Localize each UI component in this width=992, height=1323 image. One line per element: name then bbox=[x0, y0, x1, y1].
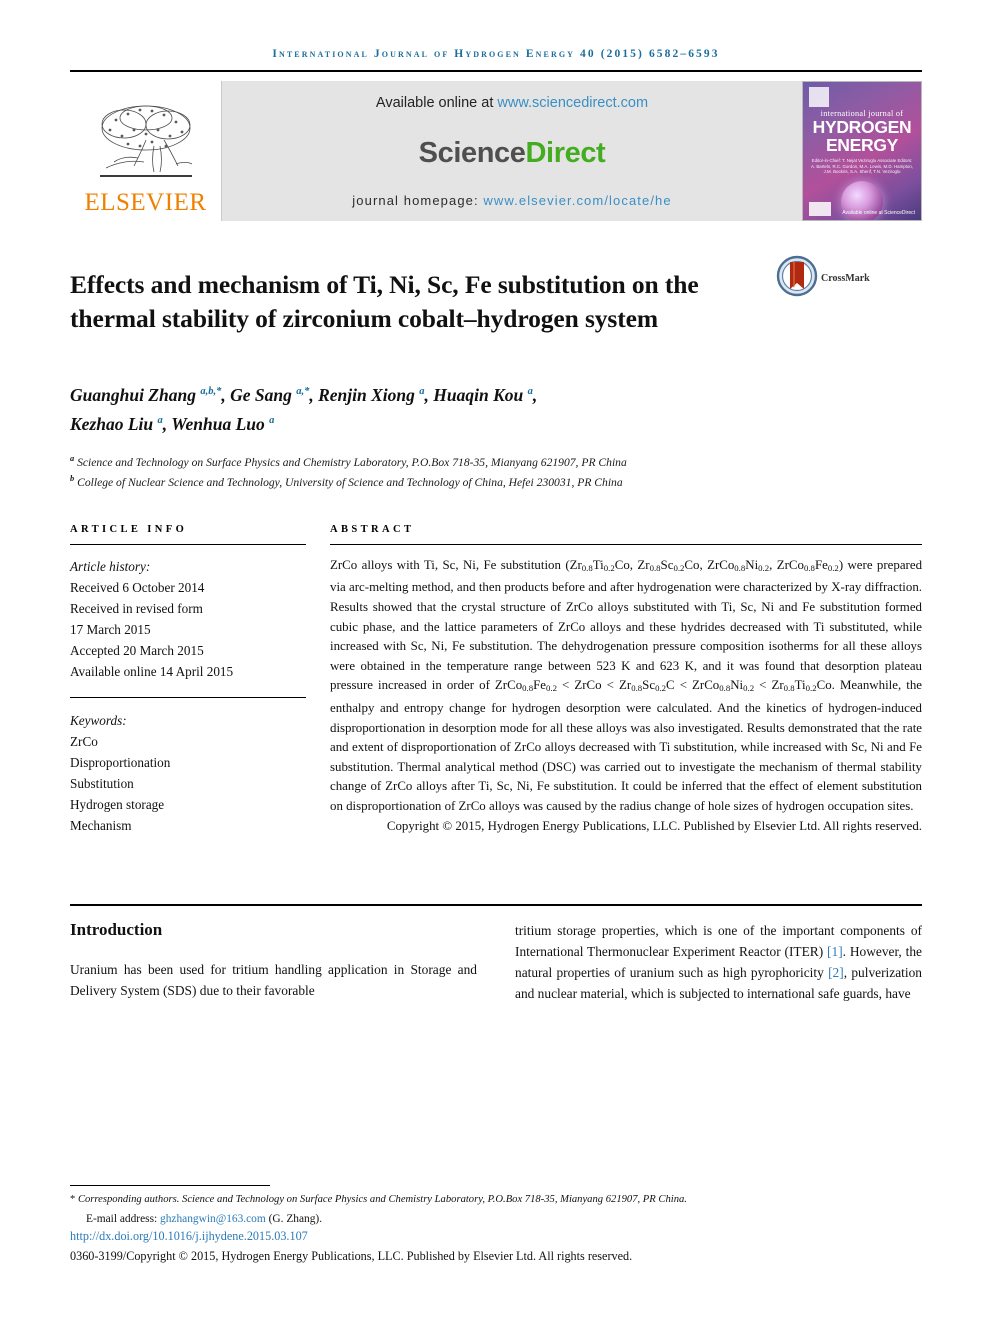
history-item: Received 6 October 2014 bbox=[70, 579, 205, 595]
cover-sciencedirect-mark: Available online at ScienceDirect bbox=[842, 210, 915, 216]
keyword-item: Hydrogen storage bbox=[70, 796, 165, 812]
body-columns: Introduction Uranium has been used for t… bbox=[70, 920, 922, 1004]
cover-footer: Available online at ScienceDirect bbox=[809, 202, 915, 216]
author-list: Guanghui Zhang a,b,*, Ge Sang a,*, Renji… bbox=[70, 384, 538, 434]
cover-title: HYDROGEN ENERGY bbox=[803, 118, 921, 154]
header-rule bbox=[70, 70, 922, 72]
introduction-heading: Introduction bbox=[70, 920, 163, 940]
article-info-rule bbox=[70, 543, 306, 545]
footer-divider bbox=[70, 1185, 270, 1187]
author-name[interactable]: Huaqin Kou bbox=[433, 385, 523, 405]
keywords-label: Keywords: bbox=[70, 712, 127, 728]
masthead: ELSEVIER Available online at www.science… bbox=[70, 81, 922, 221]
history-item: Accepted 20 March 2015 bbox=[70, 642, 204, 658]
email-attribution: (G. Zhang). bbox=[268, 1213, 323, 1225]
body-rule bbox=[70, 904, 922, 907]
cover-title-line1: HYDROGEN bbox=[812, 117, 912, 137]
journal-homepage-link[interactable]: www.elsevier.com/locate/he bbox=[483, 193, 671, 208]
body-column-left: Introduction Uranium has been used for t… bbox=[70, 920, 477, 1004]
available-online-text: Available online at bbox=[375, 95, 498, 111]
keywords-divider bbox=[70, 696, 306, 698]
elsevier-logo: ELSEVIER bbox=[70, 81, 222, 221]
journal-homepage-label: journal homepage: bbox=[352, 193, 484, 208]
abstract-rule bbox=[330, 543, 922, 545]
cover-editors-text: Editor-in-Chief: T. Nejat Veziroglu Asso… bbox=[811, 158, 913, 175]
sciencedirect-logo[interactable]: ScienceDirect bbox=[419, 137, 606, 170]
journal-homepage-line: journal homepage: www.elsevier.com/locat… bbox=[352, 193, 671, 208]
title-block: Effects and mechanism of Ti, Ni, Sc, Fe … bbox=[70, 251, 922, 353]
journal-cover-thumbnail: international journal of HYDROGEN ENERGY… bbox=[802, 81, 922, 221]
affiliation-mark: b bbox=[70, 474, 75, 484]
cover-hc-logo-icon bbox=[809, 202, 831, 216]
author-marks: a,* bbox=[296, 386, 310, 398]
crossmark-label: CrossMark bbox=[821, 273, 870, 284]
cover-title-line2: ENERGY bbox=[825, 135, 899, 155]
affiliation-item: b College of Nuclear Science and Technol… bbox=[70, 471, 922, 491]
author-marks: a bbox=[419, 386, 425, 398]
sciencedirect-url-link[interactable]: www.sciencedirect.com bbox=[497, 95, 648, 111]
issn-copyright-line: 0360-3199/Copyright © 2015, Hydrogen Ene… bbox=[70, 1249, 633, 1263]
article-info-column: ARTICLE INFO Article history: Received 6… bbox=[70, 524, 306, 837]
author-marks: a,b,* bbox=[200, 386, 222, 398]
sciencedirect-logo-direct: Direct bbox=[525, 136, 606, 169]
author-marks: a bbox=[527, 386, 533, 398]
abstract-text: ZrCo alloys with Ti, Sc, Ni, Fe substitu… bbox=[330, 557, 923, 814]
author-name[interactable]: Guanghui Zhang bbox=[70, 385, 196, 405]
article-history-label: Article history: bbox=[70, 558, 151, 574]
author-marks: a bbox=[157, 414, 163, 426]
history-item: Received in revised form bbox=[70, 600, 203, 616]
article-history: Article history: Received 6 October 2014… bbox=[70, 556, 306, 682]
author-name[interactable]: Renjin Xiong bbox=[318, 385, 415, 405]
crossmark-badge[interactable]: CrossMark bbox=[776, 255, 870, 302]
abstract-body: ZrCo alloys with Ti, Sc, Ni, Fe substitu… bbox=[330, 556, 922, 837]
history-item: Available online 14 April 2015 bbox=[70, 663, 234, 679]
email-line: E-mail address: ghzhangwin@163.com (G. Z… bbox=[70, 1211, 922, 1227]
keyword-item: Mechanism bbox=[70, 817, 132, 833]
running-head: International Journal of Hydrogen Energy… bbox=[272, 48, 720, 60]
affiliation-text: College of Nuclear Science and Technolog… bbox=[77, 476, 623, 490]
author-name[interactable]: Ge Sang bbox=[230, 385, 292, 405]
author-name[interactable]: Wenhua Luo bbox=[171, 414, 265, 434]
abstract-heading: ABSTRACT bbox=[330, 523, 415, 535]
elsevier-tree-icon bbox=[94, 100, 198, 188]
affiliation-list: a Science and Technology on Surface Phys… bbox=[70, 451, 922, 492]
column-gap bbox=[306, 524, 330, 837]
abstract-column: ABSTRACT ZrCo alloys with Ti, Sc, Ni, Fe… bbox=[330, 524, 922, 837]
crossmark-icon bbox=[776, 255, 818, 302]
keyword-item: Disproportionation bbox=[70, 754, 171, 770]
introduction-right-text: tritium storage properties, which is one… bbox=[515, 923, 922, 1002]
corresponding-author-note: * Corresponding authors. Science and Tec… bbox=[70, 1194, 687, 1206]
sciencedirect-logo-science: Science bbox=[418, 136, 526, 169]
sciencedirect-banner: Available online at www.sciencedirect.co… bbox=[222, 81, 802, 221]
doi-link[interactable]: http://dx.doi.org/10.1016/j.ijhydene.201… bbox=[70, 1228, 922, 1245]
body-column-right: tritium storage properties, which is one… bbox=[515, 920, 922, 1004]
author-name[interactable]: Kezhao Liu bbox=[70, 414, 153, 434]
affiliation-text: Science and Technology on Surface Physic… bbox=[77, 455, 627, 469]
info-abstract-section: ARTICLE INFO Article history: Received 6… bbox=[70, 524, 922, 837]
keyword-item: ZrCo bbox=[70, 733, 98, 749]
author-marks: a bbox=[269, 414, 275, 426]
introduction-left-text: Uranium has been used for tritium handli… bbox=[70, 962, 477, 999]
page-title: Effects and mechanism of Ti, Ni, Sc, Fe … bbox=[70, 270, 699, 334]
history-item: 17 March 2015 bbox=[70, 621, 151, 637]
keyword-list: Keywords: ZrCo Disproportionation Substi… bbox=[70, 710, 306, 836]
abstract-copyright: Copyright © 2015, Hydrogen Energy Public… bbox=[386, 818, 922, 833]
email-label: E-mail address: bbox=[86, 1213, 158, 1225]
page-footer: * Corresponding authors. Science and Tec… bbox=[70, 1185, 922, 1265]
body-column-gap bbox=[477, 920, 515, 1004]
affiliation-mark: a bbox=[70, 453, 75, 463]
keyword-item: Substitution bbox=[70, 775, 134, 791]
available-online-line: Available online at www.sciencedirect.co… bbox=[376, 95, 648, 111]
affiliation-item: a Science and Technology on Surface Phys… bbox=[70, 451, 922, 471]
cover-elsevier-mark-icon bbox=[809, 87, 829, 107]
article-first-page: International Journal of Hydrogen Energy… bbox=[0, 0, 992, 1323]
email-link[interactable]: ghzhangwin@163.com bbox=[160, 1213, 266, 1225]
elsevier-wordmark: ELSEVIER bbox=[84, 189, 207, 216]
article-info-heading: ARTICLE INFO bbox=[70, 523, 188, 535]
